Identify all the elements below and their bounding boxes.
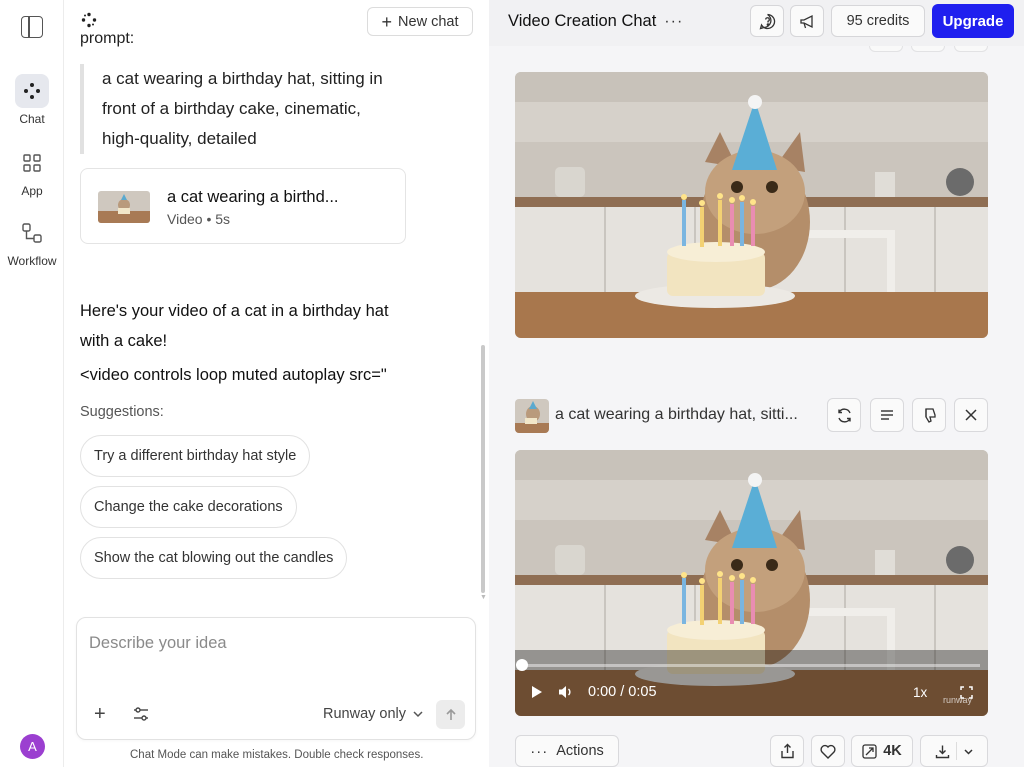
assistant-code-snippet: <video controls loop muted autoplay src=… bbox=[80, 366, 387, 384]
generation-item-row: a cat wearing a birthday hat, sitti... bbox=[515, 398, 988, 434]
lines-icon bbox=[881, 410, 893, 420]
more-dots-icon: ··· bbox=[530, 742, 549, 760]
share-icon bbox=[780, 743, 794, 759]
dislike-button[interactable] bbox=[912, 398, 946, 432]
grid-icon bbox=[15, 146, 49, 180]
upscale-icon bbox=[862, 743, 877, 759]
divider bbox=[955, 742, 957, 760]
suggestion-chip[interactable]: Show the cat blowing out the candles bbox=[80, 537, 348, 579]
model-select[interactable]: Runway only bbox=[323, 706, 424, 722]
details-button[interactable] bbox=[870, 398, 904, 432]
video-thumbnail bbox=[98, 191, 150, 223]
toolbar-button-edge bbox=[869, 46, 903, 52]
chevron-down-icon bbox=[413, 711, 423, 718]
favorite-button[interactable] bbox=[811, 735, 845, 767]
generation-thumbnail[interactable] bbox=[515, 399, 549, 433]
watermark: runway bbox=[943, 695, 973, 705]
settings-sliders-icon[interactable] bbox=[133, 706, 149, 727]
more-menu-icon[interactable]: ··· bbox=[664, 13, 683, 31]
download-icon bbox=[935, 745, 949, 758]
close-icon bbox=[965, 409, 977, 421]
rail-item-chat[interactable]: Chat bbox=[0, 74, 64, 126]
close-button[interactable] bbox=[954, 398, 988, 432]
send-button[interactable] bbox=[436, 700, 465, 729]
play-icon[interactable] bbox=[531, 686, 543, 698]
help-chat-button[interactable] bbox=[750, 5, 784, 37]
generation-title: a cat wearing a birthday hat, sitti... bbox=[555, 406, 798, 423]
volume-icon[interactable] bbox=[558, 685, 573, 699]
suggestion-chip[interactable]: Try a different birthday hat style bbox=[80, 435, 311, 477]
toolbar-button-edge bbox=[954, 46, 988, 52]
rail-item-workflow[interactable]: Workflow bbox=[0, 216, 64, 268]
composer: Describe your idea + Runway only bbox=[76, 617, 476, 740]
suggestions-label: Suggestions: bbox=[80, 404, 164, 420]
announcements-button[interactable] bbox=[790, 5, 824, 37]
model-select-label: Runway only bbox=[323, 706, 407, 722]
resolution-label: 4K bbox=[883, 743, 902, 759]
chat-column: + New chat prompt: a cat wearing a birth… bbox=[64, 0, 489, 767]
assistant-message: Here's your video of a cat in a birthday… bbox=[80, 302, 389, 350]
panel-title-text: Video Creation Chat bbox=[508, 12, 657, 30]
megaphone-icon bbox=[799, 14, 813, 28]
video-panel: Video Creation Chat ··· 95 credits Upgra… bbox=[489, 0, 1024, 767]
workflow-icon bbox=[15, 216, 49, 250]
panel-header: Video Creation Chat ··· 95 credits Upgra… bbox=[489, 0, 1024, 46]
plus-icon: + bbox=[381, 11, 393, 32]
video-result-card[interactable]: a cat wearing a birthd... Video • 5s bbox=[80, 168, 406, 244]
sidebar-toggle-icon[interactable] bbox=[21, 16, 43, 38]
cat-birthday-image bbox=[515, 72, 988, 338]
share-button[interactable] bbox=[770, 735, 804, 767]
video-card-meta: Video • 5s bbox=[167, 211, 231, 227]
rail-item-app[interactable]: App bbox=[0, 146, 64, 198]
scroll-down-icon[interactable]: ▼ bbox=[480, 594, 487, 601]
toolbar-button-edge bbox=[911, 46, 945, 52]
prompt-input[interactable]: Describe your idea bbox=[89, 634, 227, 653]
new-chat-button[interactable]: + New chat bbox=[367, 7, 473, 36]
video-action-bar: ··· Actions 4K bbox=[515, 735, 988, 767]
video-time: 0:00 / 0:05 bbox=[588, 684, 657, 700]
video-card-title: a cat wearing a birthd... bbox=[167, 188, 339, 206]
refresh-icon bbox=[837, 407, 851, 423]
quoted-prompt: a cat wearing a birthday hat, sitting in… bbox=[80, 64, 400, 154]
heart-icon bbox=[820, 744, 836, 759]
video-scrub-handle[interactable] bbox=[516, 659, 528, 671]
rail-item-label: Chat bbox=[19, 112, 45, 126]
avatar[interactable]: A bbox=[20, 734, 45, 759]
panel-title[interactable]: Video Creation Chat ··· bbox=[508, 12, 683, 31]
credits-badge[interactable]: 95 credits bbox=[831, 5, 925, 37]
upgrade-button[interactable]: Upgrade bbox=[932, 4, 1014, 38]
chat-scrollbar[interactable] bbox=[481, 345, 485, 593]
chat-dots-icon bbox=[15, 74, 49, 108]
actions-button[interactable]: ··· Actions bbox=[515, 735, 619, 767]
chevron-down-icon[interactable] bbox=[963, 746, 974, 757]
new-chat-label: New chat bbox=[398, 13, 459, 30]
help-bubble-icon bbox=[759, 13, 775, 29]
actions-label: Actions bbox=[556, 743, 604, 759]
thumbs-down-icon bbox=[925, 408, 936, 423]
playback-speed[interactable]: 1x bbox=[913, 685, 927, 700]
regenerate-button[interactable] bbox=[827, 398, 861, 432]
scrolled-toolbar-edge bbox=[489, 46, 1024, 54]
add-attachment-icon[interactable]: + bbox=[94, 704, 106, 724]
rail-item-label: Workflow bbox=[7, 254, 57, 268]
prompt-fragment: prompt: bbox=[80, 30, 135, 47]
left-rail: Chat App Workflow A bbox=[0, 0, 64, 767]
download-button[interactable] bbox=[920, 735, 988, 767]
suggestion-chip[interactable]: Change the cake decorations bbox=[80, 486, 297, 528]
upscale-4k-button[interactable]: 4K bbox=[851, 735, 913, 767]
arrow-up-icon bbox=[445, 708, 456, 720]
cat-birthday-video-frame bbox=[515, 450, 988, 716]
generated-video-preview[interactable] bbox=[515, 72, 988, 338]
disclaimer-text: Chat Mode can make mistakes. Double chec… bbox=[130, 749, 424, 761]
video-progress-bar[interactable] bbox=[523, 664, 980, 667]
video-player[interactable]: 0:00 / 0:05 1x runway bbox=[515, 450, 988, 716]
rail-item-label: App bbox=[21, 184, 43, 198]
